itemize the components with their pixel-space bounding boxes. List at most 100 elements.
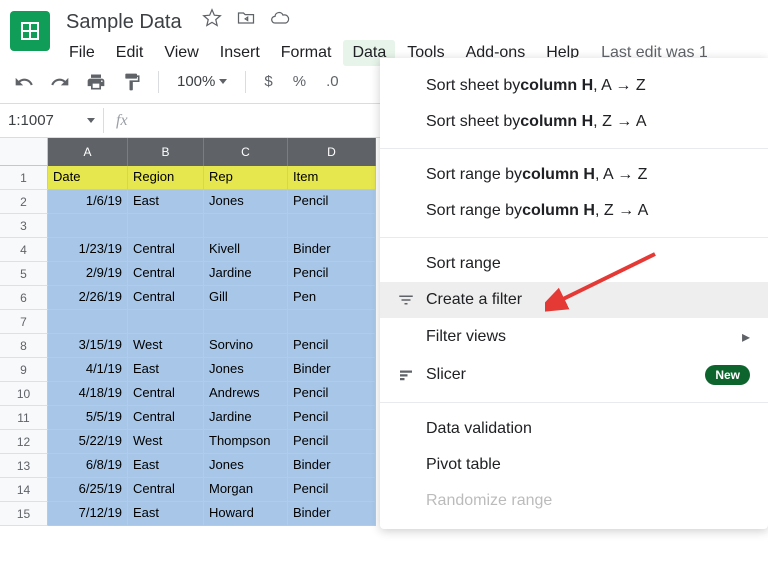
cell[interactable]: 2/26/19 <box>48 286 128 310</box>
cell[interactable]: 4/1/19 <box>48 358 128 382</box>
cell[interactable]: 6/25/19 <box>48 478 128 502</box>
cell[interactable]: East <box>128 358 204 382</box>
cell[interactable] <box>48 310 128 334</box>
col-header-b[interactable]: B <box>128 138 204 166</box>
row-header[interactable]: 11 <box>0 406 48 430</box>
cell[interactable]: West <box>128 430 204 454</box>
select-all-corner[interactable] <box>0 138 48 166</box>
cell[interactable]: Gill <box>204 286 288 310</box>
create-filter[interactable]: Create a filter <box>380 282 768 318</box>
name-box[interactable]: 1:1007 <box>0 108 104 133</box>
filter-views[interactable]: Filter views ▸ <box>380 318 768 356</box>
cell[interactable]: 7/12/19 <box>48 502 128 526</box>
row-header[interactable]: 8 <box>0 334 48 358</box>
cell[interactable]: Region <box>128 166 204 190</box>
cell[interactable]: Pen <box>288 286 376 310</box>
cloud-icon[interactable] <box>270 8 290 28</box>
row-header[interactable]: 10 <box>0 382 48 406</box>
row-header[interactable]: 12 <box>0 430 48 454</box>
cell[interactable]: East <box>128 190 204 214</box>
row-header[interactable]: 13 <box>0 454 48 478</box>
cell[interactable] <box>288 214 376 238</box>
cell[interactable]: 1/6/19 <box>48 190 128 214</box>
cell[interactable]: 4/18/19 <box>48 382 128 406</box>
doc-title[interactable]: Sample Data <box>60 9 188 36</box>
cell[interactable] <box>288 310 376 334</box>
percent-button[interactable]: % <box>287 69 312 94</box>
print-icon[interactable] <box>82 68 110 96</box>
row-header[interactable]: 14 <box>0 478 48 502</box>
cell[interactable]: East <box>128 502 204 526</box>
cell[interactable] <box>128 214 204 238</box>
row-header[interactable]: 7 <box>0 310 48 334</box>
paint-format-icon[interactable] <box>118 68 146 96</box>
cell[interactable]: Jones <box>204 190 288 214</box>
cell[interactable]: Pencil <box>288 190 376 214</box>
sort-range[interactable]: Sort range <box>380 246 768 282</box>
menu-file[interactable]: File <box>60 40 104 66</box>
cell[interactable]: Pencil <box>288 262 376 286</box>
cell[interactable]: 3/15/19 <box>48 334 128 358</box>
row-header[interactable]: 6 <box>0 286 48 310</box>
cell[interactable] <box>48 214 128 238</box>
redo-icon[interactable] <box>46 68 74 96</box>
cell[interactable]: Central <box>128 478 204 502</box>
cell[interactable]: Central <box>128 262 204 286</box>
cell[interactable]: Jones <box>204 454 288 478</box>
randomize-range[interactable]: Randomize range <box>380 483 768 519</box>
cell[interactable]: Sorvino <box>204 334 288 358</box>
cell[interactable]: Morgan <box>204 478 288 502</box>
cell[interactable]: Binder <box>288 502 376 526</box>
cell[interactable]: Central <box>128 238 204 262</box>
cell[interactable] <box>204 310 288 334</box>
decimal-decrease-button[interactable]: .0 <box>320 69 345 94</box>
row-header[interactable]: 3 <box>0 214 48 238</box>
sheets-logo-icon[interactable] <box>10 11 50 51</box>
cell[interactable] <box>204 214 288 238</box>
cell[interactable]: Jardine <box>204 262 288 286</box>
cell[interactable]: Pencil <box>288 478 376 502</box>
cell[interactable]: Binder <box>288 238 376 262</box>
cell[interactable]: Jardine <box>204 406 288 430</box>
row-header[interactable]: 2 <box>0 190 48 214</box>
cell[interactable]: 1/23/19 <box>48 238 128 262</box>
col-header-a[interactable]: A <box>48 138 128 166</box>
cell[interactable]: 5/5/19 <box>48 406 128 430</box>
cell[interactable]: Pencil <box>288 334 376 358</box>
menu-insert[interactable]: Insert <box>211 40 269 66</box>
cell[interactable]: Pencil <box>288 382 376 406</box>
row-header[interactable]: 15 <box>0 502 48 526</box>
star-icon[interactable] <box>202 8 222 28</box>
cell[interactable]: 6/8/19 <box>48 454 128 478</box>
cell[interactable] <box>128 310 204 334</box>
data-validation[interactable]: Data validation <box>380 411 768 447</box>
cell[interactable]: Binder <box>288 358 376 382</box>
menu-edit[interactable]: Edit <box>107 40 153 66</box>
cell[interactable]: Kivell <box>204 238 288 262</box>
cell[interactable]: Thompson <box>204 430 288 454</box>
sort-range-az[interactable]: Sort range by column H, A → Z <box>380 157 768 193</box>
cell[interactable]: West <box>128 334 204 358</box>
cell[interactable]: 2/9/19 <box>48 262 128 286</box>
sort-sheet-za[interactable]: Sort sheet by column H, Z → A <box>380 104 768 140</box>
col-header-c[interactable]: C <box>204 138 288 166</box>
cell[interactable]: Central <box>128 406 204 430</box>
cell[interactable]: Andrews <box>204 382 288 406</box>
cell[interactable]: Date <box>48 166 128 190</box>
row-header[interactable]: 4 <box>0 238 48 262</box>
cell[interactable]: Pencil <box>288 406 376 430</box>
row-header[interactable]: 9 <box>0 358 48 382</box>
cell[interactable]: Central <box>128 382 204 406</box>
row-header[interactable]: 5 <box>0 262 48 286</box>
zoom-select[interactable]: 100% <box>171 69 233 94</box>
cell[interactable]: Item <box>288 166 376 190</box>
cell[interactable]: Pencil <box>288 430 376 454</box>
sort-sheet-az[interactable]: Sort sheet by column H, A → Z <box>380 68 768 104</box>
slicer[interactable]: Slicer New <box>380 356 768 394</box>
move-icon[interactable] <box>236 8 256 28</box>
cell[interactable]: Binder <box>288 454 376 478</box>
menu-format[interactable]: Format <box>272 40 341 66</box>
cell[interactable]: Rep <box>204 166 288 190</box>
undo-icon[interactable] <box>10 68 38 96</box>
cell[interactable]: Howard <box>204 502 288 526</box>
